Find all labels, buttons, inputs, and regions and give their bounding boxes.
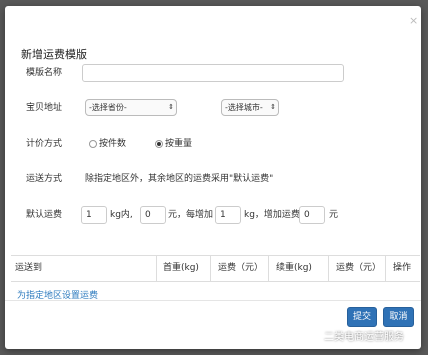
- shipping-method-label: 运送方式: [26, 174, 63, 184]
- add-shipping-template-dialog: × 新增运费模版 模版名称 宝贝地址 -选择省份- ⇕ -选择城市- ⇕ 计价方…: [5, 6, 421, 349]
- first-fee-input[interactable]: [140, 206, 166, 224]
- province-select[interactable]: -选择省份- ⇕: [85, 99, 177, 116]
- first-weight-input[interactable]: [81, 206, 107, 224]
- item-address-label: 宝贝地址: [26, 103, 63, 113]
- column-divider: [268, 256, 269, 281]
- first-weight-unit: kg内,: [110, 210, 133, 220]
- column-divider: [385, 256, 386, 281]
- column-header-extra-weight: 续重(kg): [276, 263, 312, 273]
- shipping-method-description: 除指定地区外，其余地区的运费采用"默认运费": [85, 174, 274, 184]
- column-header-destination: 运送到: [15, 263, 43, 273]
- radio-by-weight[interactable]: [155, 140, 163, 148]
- chevron-updown-icon: ⇕: [168, 103, 174, 111]
- pricing-method-label: 计价方式: [26, 139, 63, 149]
- radio-by-weight-label[interactable]: 按重量: [165, 137, 192, 151]
- close-icon[interactable]: ×: [409, 15, 418, 26]
- column-divider: [156, 256, 157, 281]
- column-header-first-fee: 运费（元）: [218, 263, 264, 273]
- footer-divider: [5, 300, 421, 301]
- template-name-label: 模版名称: [26, 68, 63, 78]
- province-select-value: -选择省份-: [89, 103, 127, 112]
- extra-weight-unit: kg，增加运费: [244, 210, 300, 220]
- city-select-value: -选择城市-: [225, 103, 263, 112]
- column-divider: [328, 256, 329, 281]
- dialog-title: 新增运费模版: [21, 48, 87, 61]
- watermark-text: 二类电商运营服务: [324, 332, 404, 343]
- extra-fee-input[interactable]: [299, 206, 325, 224]
- wechat-logo-icon: [308, 329, 322, 341]
- radio-by-piece-label[interactable]: 按件数: [99, 137, 126, 151]
- extra-weight-input[interactable]: [215, 206, 241, 224]
- default-fee-label: 默认运费: [26, 210, 63, 220]
- cancel-button[interactable]: 取消: [383, 307, 414, 327]
- column-header-actions: 操作: [393, 263, 412, 273]
- column-divider: [210, 256, 211, 281]
- region-fee-table-header: 运送到 首重(kg) 运费（元） 续重(kg) 运费（元） 操作: [11, 255, 420, 282]
- submit-button[interactable]: 提交: [347, 307, 377, 327]
- chevron-updown-icon: ⇕: [270, 103, 276, 111]
- first-fee-unit: 元，每增加: [168, 210, 214, 220]
- radio-by-piece[interactable]: [89, 140, 97, 148]
- template-name-input[interactable]: [82, 64, 344, 82]
- city-select[interactable]: -选择城市- ⇕: [221, 99, 279, 116]
- extra-fee-unit: 元: [329, 210, 339, 220]
- column-header-extra-fee: 运费（元）: [336, 263, 382, 273]
- column-header-first-weight: 首重(kg): [163, 263, 199, 273]
